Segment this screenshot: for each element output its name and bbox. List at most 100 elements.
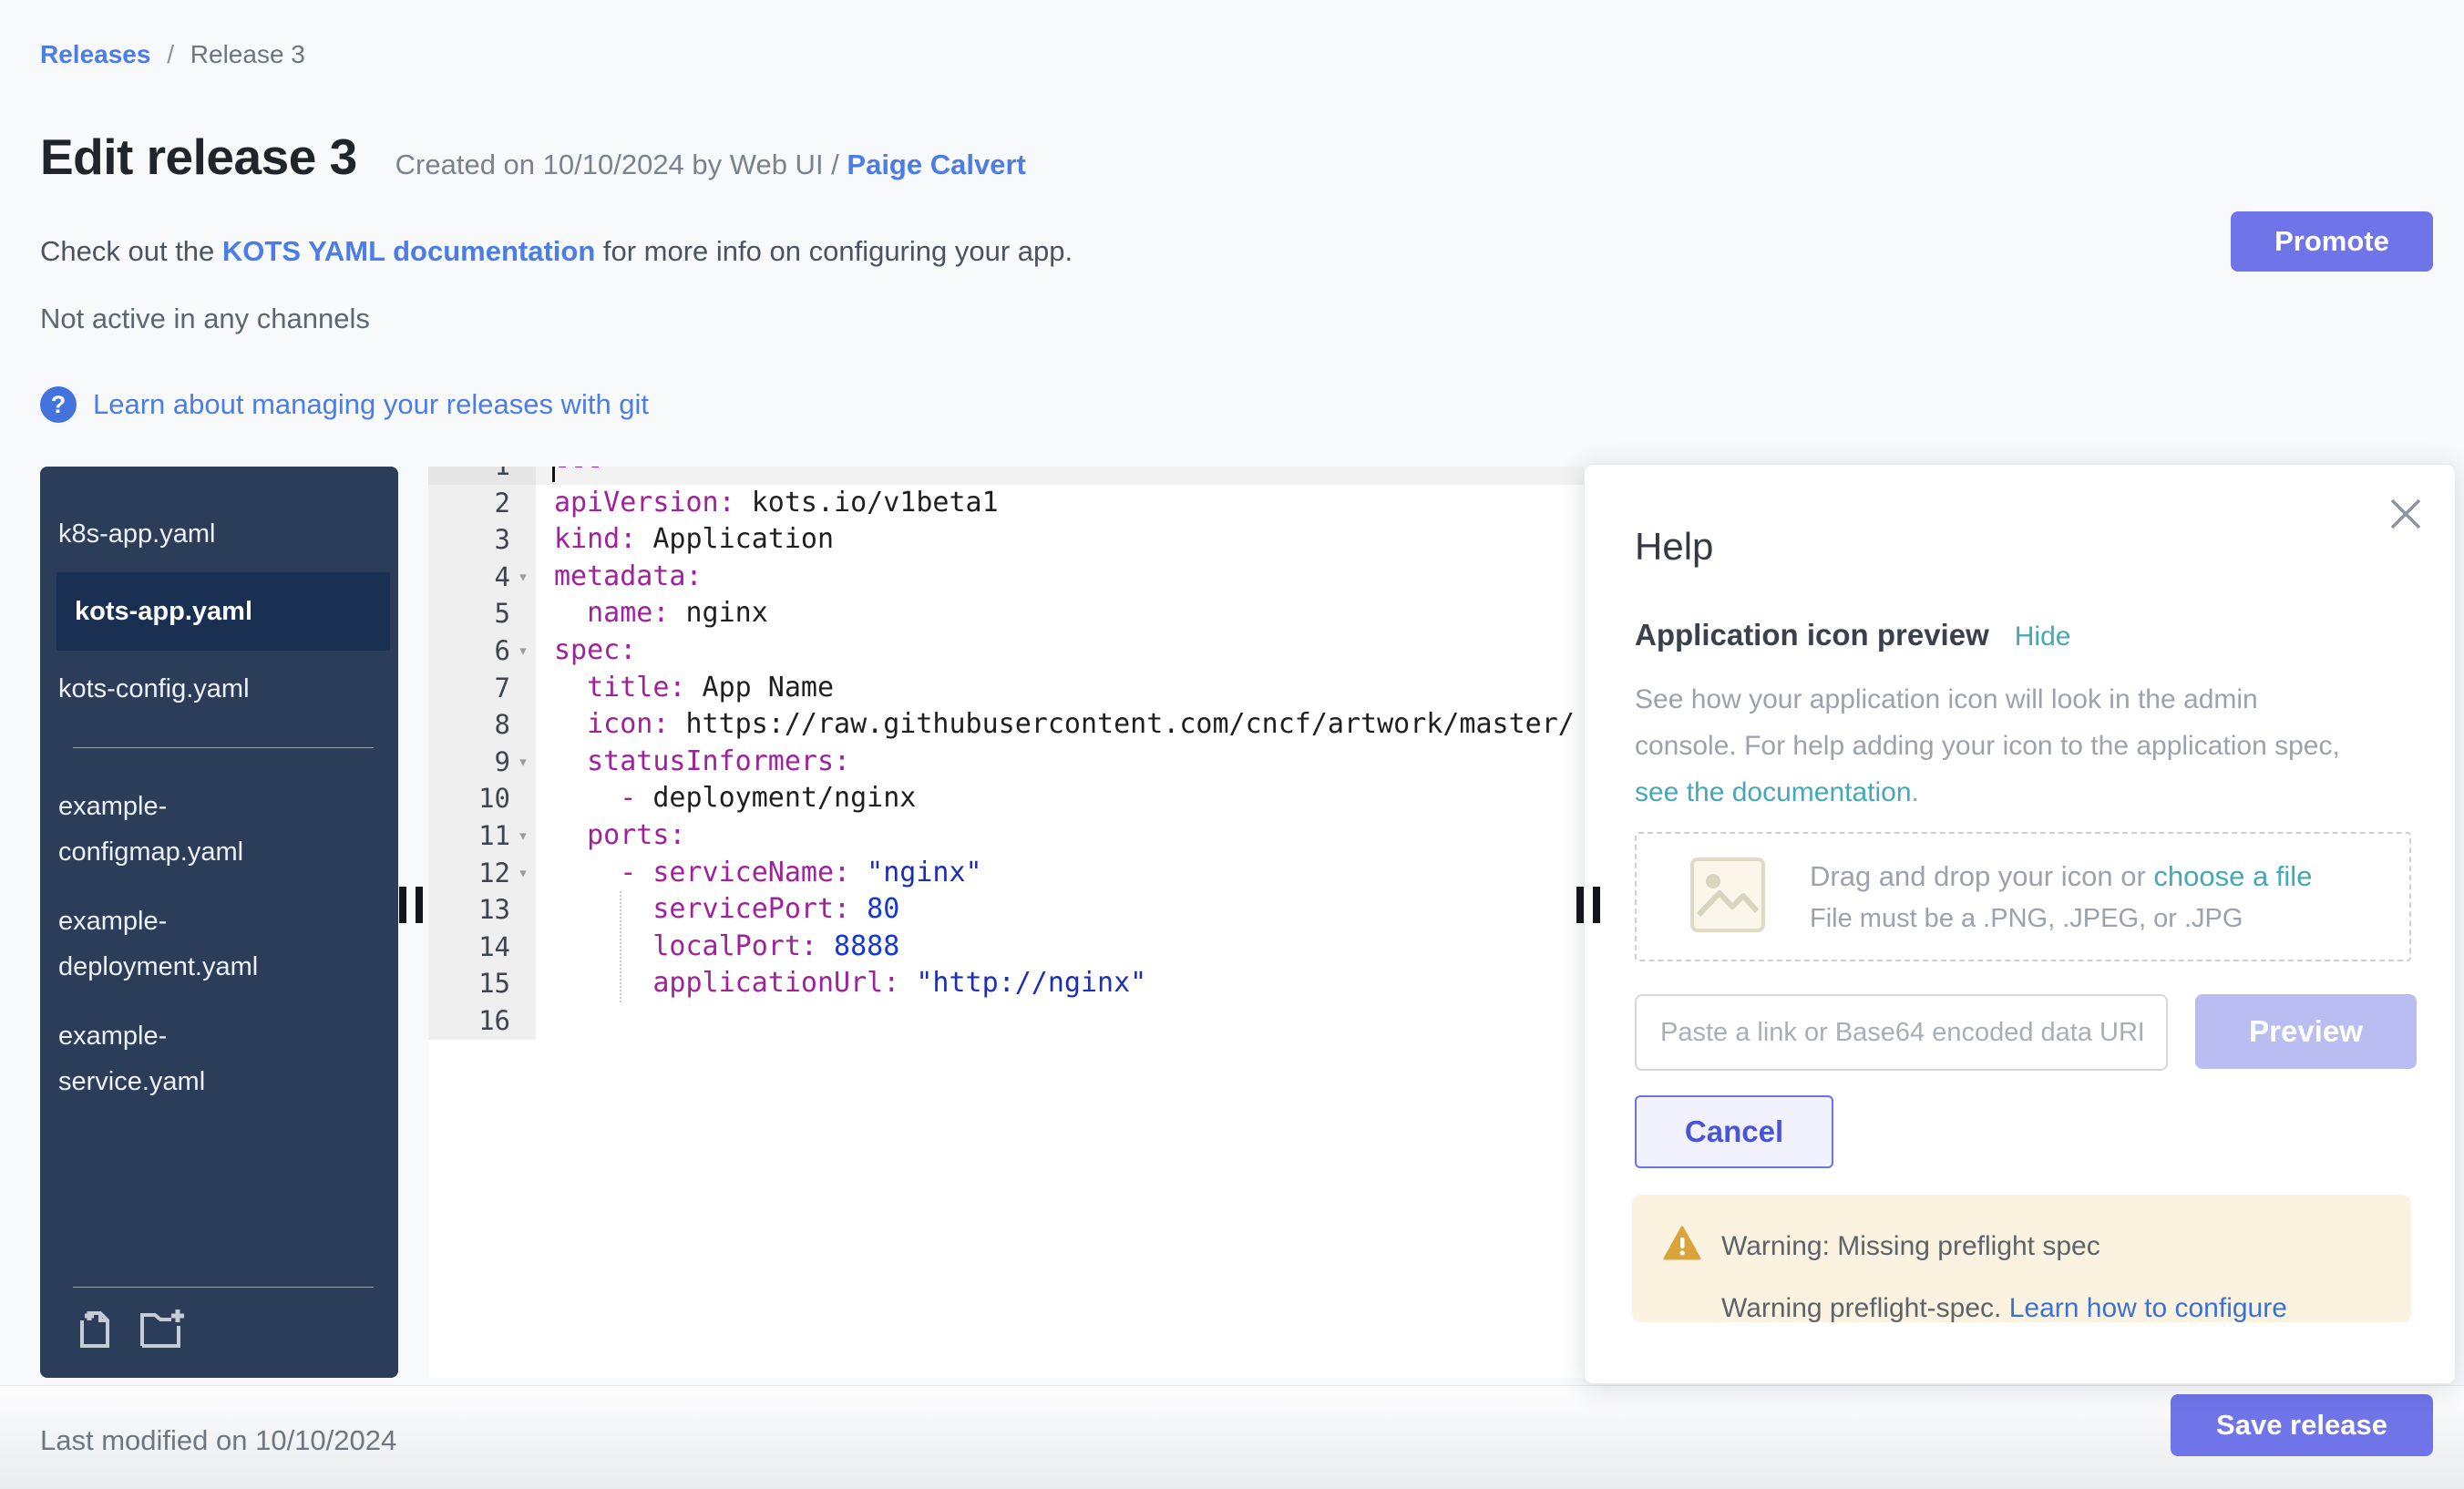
code-line-5[interactable]: 5 name: nginx <box>428 595 1584 632</box>
yaml-editor[interactable]: 1---2apiVersion: kots.io/v1beta13kind: A… <box>428 467 1584 1378</box>
doc-suffix: for more info on configuring your app. <box>595 235 1073 267</box>
kots-yaml-doc-link[interactable]: KOTS YAML documentation <box>222 235 595 267</box>
add-folder-icon[interactable] <box>139 1308 186 1354</box>
code-content-13[interactable]: servicePort: 80 <box>536 891 1584 929</box>
gutter-line-14: 14 <box>428 929 536 966</box>
code-line-11[interactable]: 11▾ ports: <box>428 817 1584 855</box>
save-release-button[interactable]: Save release <box>2171 1394 2433 1456</box>
code-line-7[interactable]: 7 title: App Name <box>428 670 1584 707</box>
icon-dropzone[interactable]: Drag and drop your icon or choose a file… <box>1635 832 2411 961</box>
gutter-line-12: 12▾ <box>428 855 536 892</box>
preview-button[interactable]: Preview <box>2195 994 2417 1069</box>
help-panel-resize-handle[interactable] <box>1576 887 1609 923</box>
gutter-line-11: 11▾ <box>428 817 536 855</box>
icon-url-input[interactable] <box>1635 994 2168 1071</box>
page-title: Edit release 3 <box>40 128 357 186</box>
gutter-line-7: 7 <box>428 670 536 707</box>
code-line-10[interactable]: 10 - deployment/nginx <box>428 780 1584 817</box>
code-content-1[interactable]: --- <box>536 467 1584 485</box>
cancel-button[interactable]: Cancel <box>1635 1095 1833 1168</box>
breadcrumb-releases-link[interactable]: Releases <box>40 40 150 68</box>
warning-title: Warning: Missing preflight spec <box>1721 1231 2100 1262</box>
sidebar-item-example-configmap.yaml[interactable]: example-configmap.yaml <box>40 772 332 887</box>
code-line-1[interactable]: 1--- <box>428 467 1584 485</box>
channel-status: Not active in any channels <box>40 303 370 335</box>
choose-file-link[interactable]: choose a file <box>2153 860 2312 892</box>
code-content-10[interactable]: - deployment/nginx <box>536 780 1584 817</box>
gutter-line-2: 2 <box>428 485 536 522</box>
fold-arrow-icon[interactable]: ▾ <box>510 817 536 855</box>
gutter-line-4: 4▾ <box>428 559 536 596</box>
code-content-4[interactable]: metadata: <box>536 559 1584 596</box>
fold-arrow-icon[interactable]: ▾ <box>510 744 536 781</box>
dropzone-filetypes: File must be a .PNG, .JPEG, or .JPG <box>1810 904 2312 934</box>
code-content-15[interactable]: applicationUrl: "http://nginx" <box>536 965 1584 1002</box>
git-help-link[interactable]: Learn about managing your releases with … <box>93 388 649 421</box>
sidebar-item-kots-app.yaml[interactable]: kots-app.yaml <box>56 572 390 651</box>
code-content-12[interactable]: - serviceName: "nginx" <box>536 855 1584 892</box>
help-panel: Help Application icon preview Hide See h… <box>1584 464 2456 1384</box>
icon-preview-title: Application icon preview <box>1635 618 1989 652</box>
code-line-12[interactable]: 12▾ - serviceName: "nginx" <box>428 855 1584 892</box>
close-icon[interactable] <box>2389 498 2422 535</box>
code-line-13[interactable]: 13 servicePort: 80 <box>428 891 1584 929</box>
author-link[interactable]: Paige Calvert <box>847 149 1025 180</box>
doc-prefix: Check out the <box>40 235 222 267</box>
last-modified-text: Last modified on 10/10/2024 <box>40 1424 396 1457</box>
see-documentation-link[interactable]: see the documentation <box>1635 777 1912 807</box>
gutter-line-16: 16 <box>428 1002 536 1040</box>
sidebar-resize-handle[interactable] <box>399 887 432 923</box>
code-line-16[interactable]: 16 <box>428 1002 1584 1040</box>
indent-guide <box>620 891 621 1002</box>
breadcrumb-separator: / <box>167 40 174 68</box>
hide-link[interactable]: Hide <box>2015 621 2071 652</box>
code-content-5[interactable]: name: nginx <box>536 595 1584 632</box>
gutter-line-6: 6▾ <box>428 632 536 670</box>
warning-configure-link[interactable]: Learn how to configure <box>2009 1293 2287 1323</box>
gutter-line-8: 8 <box>428 706 536 744</box>
breadcrumb-current: Release 3 <box>190 40 305 68</box>
title-row: Edit release 3 Created on 10/10/2024 by … <box>40 128 1026 186</box>
code-content-2[interactable]: apiVersion: kots.io/v1beta1 <box>536 485 1584 522</box>
code-content-16[interactable] <box>536 1002 1584 1040</box>
code-line-2[interactable]: 2apiVersion: kots.io/v1beta1 <box>428 485 1584 522</box>
code-line-14[interactable]: 14 localPort: 8888 <box>428 929 1584 966</box>
code-content-3[interactable]: kind: Application <box>536 521 1584 559</box>
add-file-icon[interactable] <box>73 1308 115 1354</box>
code-content-8[interactable]: icon: https://raw.githubusercontent.com/… <box>536 706 1584 744</box>
warning-icon <box>1663 1226 1701 1268</box>
sidebar-footer <box>40 1287 398 1354</box>
doc-line: Check out the KOTS YAML documentation fo… <box>40 235 1073 268</box>
gutter-line-1: 1 <box>428 467 536 485</box>
preflight-warning: Warning: Missing preflight spec Warning … <box>1632 1195 2411 1322</box>
icon-preview-description: See how your application icon will look … <box>1635 676 2355 816</box>
sidebar-item-k8s-app.yaml[interactable]: k8s-app.yaml <box>40 499 332 569</box>
code-content-9[interactable]: statusInformers: <box>536 744 1584 781</box>
git-help-row[interactable]: ? Learn about managing your releases wit… <box>40 386 649 423</box>
gutter-line-3: 3 <box>428 521 536 559</box>
sidebar-item-example-service.yaml[interactable]: example-service.yaml <box>40 1001 332 1116</box>
code-content-11[interactable]: ports: <box>536 817 1584 855</box>
sidebar-item-kots-config.yaml[interactable]: kots-config.yaml <box>40 654 332 724</box>
code-line-8[interactable]: 8 icon: https://raw.githubusercontent.co… <box>428 706 1584 744</box>
desc-period: . <box>1912 777 1919 807</box>
fold-arrow-icon[interactable]: ▾ <box>510 632 536 670</box>
fold-arrow-icon[interactable]: ▾ <box>510 559 536 596</box>
code-content-14[interactable]: localPort: 8888 <box>536 929 1584 966</box>
code-line-9[interactable]: 9▾ statusInformers: <box>428 744 1584 781</box>
code-content-6[interactable]: spec: <box>536 632 1584 670</box>
image-placeholder-icon <box>1689 857 1766 938</box>
promote-button[interactable]: Promote <box>2231 211 2433 272</box>
sidebar-item-example-deployment.yaml[interactable]: example-deployment.yaml <box>40 887 332 1001</box>
footer-bar: Last modified on 10/10/2024 <box>0 1385 2464 1489</box>
code-line-4[interactable]: 4▾metadata: <box>428 559 1584 596</box>
fold-arrow-icon[interactable]: ▾ <box>510 855 536 892</box>
created-meta: Created on 10/10/2024 by Web UI / Paige … <box>395 149 1026 181</box>
code-line-15[interactable]: 15 applicationUrl: "http://nginx" <box>428 965 1584 1002</box>
file-group-divider <box>73 747 374 748</box>
code-line-3[interactable]: 3kind: Application <box>428 521 1584 559</box>
sidebar-divider <box>73 1287 374 1288</box>
code-line-6[interactable]: 6▾spec: <box>428 632 1584 670</box>
gutter-line-13: 13 <box>428 891 536 929</box>
code-content-7[interactable]: title: App Name <box>536 670 1584 707</box>
